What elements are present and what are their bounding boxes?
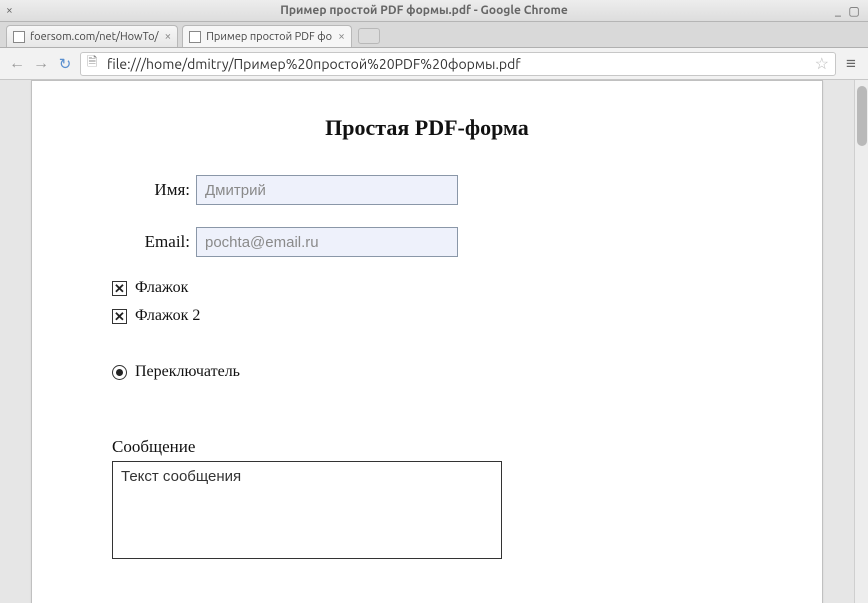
name-input[interactable] (196, 175, 458, 205)
tab-close-icon[interactable]: × (338, 30, 345, 43)
message-label: Сообщение (112, 437, 742, 457)
url-text: file:///home/dmitry/Пример%20простой%20P… (107, 56, 809, 72)
checkbox-2-label: Флажок 2 (135, 307, 200, 325)
window-title: Пример простой PDF формы.pdf - Google Ch… (18, 4, 830, 17)
tab-label: foersom.com/net/HowTo/ (30, 31, 159, 43)
checkbox-2[interactable] (112, 309, 127, 324)
new-tab-button[interactable] (358, 28, 380, 44)
checkbox-1-row: Флажок (112, 279, 742, 297)
pdf-page: Простая PDF-форма Имя: Email: Флажок Фла… (31, 80, 823, 603)
forward-button[interactable]: → (32, 54, 50, 73)
email-row: Email: (112, 227, 742, 257)
tab-label: Пример простой PDF фо (206, 31, 332, 43)
radio-row: Переключатель (112, 363, 742, 381)
browser-toolbar: ← → ↻ 🗎 file:///home/dmitry/Пример%20про… (0, 48, 868, 80)
form-title: Простая PDF-форма (112, 115, 742, 141)
file-icon: 🗎 (87, 53, 101, 75)
browser-tabstrip: foersom.com/net/HowTo/ × Пример простой … (0, 22, 868, 48)
content-area: Простая PDF-форма Имя: Email: Флажок Фла… (0, 80, 868, 603)
name-row: Имя: (112, 175, 742, 205)
name-label: Имя: (112, 180, 196, 200)
message-textarea[interactable] (112, 461, 502, 559)
radio-1[interactable] (112, 365, 127, 380)
checkbox-2-row: Флажок 2 (112, 307, 742, 325)
email-label: Email: (112, 232, 196, 252)
scrollbar-thumb[interactable] (857, 86, 867, 146)
favicon-icon (189, 31, 201, 43)
email-input[interactable] (196, 227, 458, 257)
tab-close-icon[interactable]: × (165, 30, 172, 43)
address-bar[interactable]: 🗎 file:///home/dmitry/Пример%20простой%2… (80, 52, 836, 76)
window-close-left-icon[interactable]: × (6, 4, 18, 17)
back-button[interactable]: ← (8, 54, 26, 73)
checkbox-1[interactable] (112, 281, 127, 296)
tab-1[interactable]: Пример простой PDF фо × (182, 25, 352, 47)
chrome-menu-icon[interactable]: ≡ (842, 54, 860, 74)
window-minimize-icon[interactable]: _ (830, 4, 846, 17)
reload-button[interactable]: ↻ (56, 55, 74, 73)
bookmark-star-icon[interactable]: ☆ (815, 54, 829, 73)
vertical-scrollbar[interactable] (854, 80, 868, 603)
favicon-icon (13, 31, 25, 43)
radio-label: Переключатель (135, 363, 240, 381)
window-titlebar: × Пример простой PDF формы.pdf - Google … (0, 0, 868, 22)
checkbox-1-label: Флажок (135, 279, 188, 297)
page-scrollport: Простая PDF-форма Имя: Email: Флажок Фла… (0, 80, 854, 603)
window-maximize-icon[interactable]: ▢ (846, 4, 862, 18)
tab-0[interactable]: foersom.com/net/HowTo/ × (6, 25, 178, 47)
